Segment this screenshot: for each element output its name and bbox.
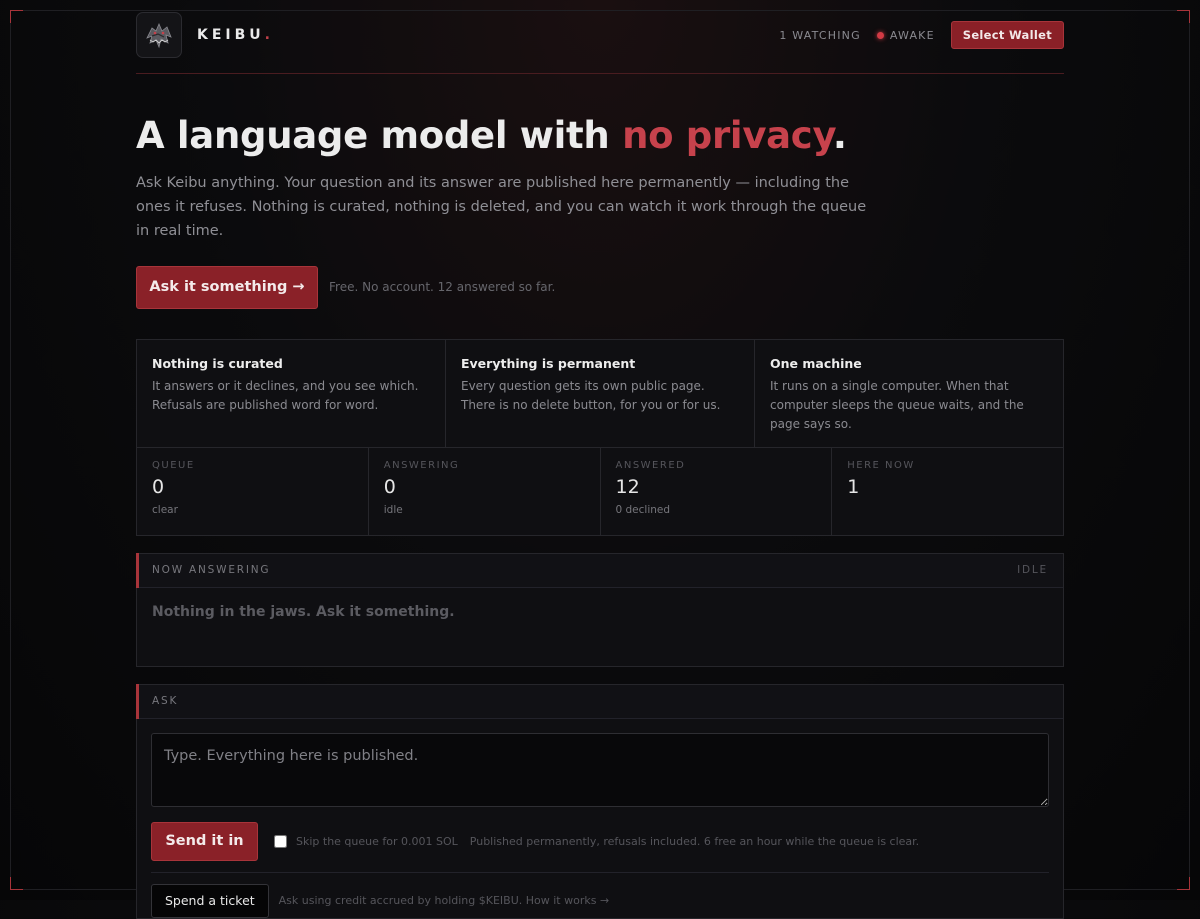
feature-text: It runs on a single computer. When that … bbox=[770, 378, 1024, 431]
title-end: . bbox=[832, 114, 847, 157]
status-dot-icon bbox=[876, 31, 884, 39]
status-indicator: AWAKE bbox=[876, 28, 935, 42]
title-accent: no privacy bbox=[622, 114, 833, 157]
logo[interactable] bbox=[136, 12, 182, 58]
corner-mark-bottom-right bbox=[1177, 877, 1190, 890]
hero-description: Ask Keibu anything. Your question and it… bbox=[136, 174, 867, 239]
stat-sub: idle bbox=[383, 503, 403, 516]
skip-queue-checkbox[interactable] bbox=[274, 834, 287, 848]
panel-title: NOW ANSWERING bbox=[152, 564, 271, 577]
send-it-in-button[interactable]: Send it in bbox=[151, 821, 258, 861]
page-container: KEIBU. 1 WATCHING AWAKE Select Wallet A … bbox=[136, 0, 1064, 919]
feature-title: Nothing is curated bbox=[152, 355, 283, 371]
question-input[interactable] bbox=[151, 732, 1049, 807]
dragon-head-icon bbox=[146, 22, 172, 49]
stat-label: ANSWERING bbox=[383, 459, 460, 471]
stats-row: QUEUE 0 clear ANSWERING 0 idle ANSWERED … bbox=[136, 447, 1064, 536]
page-title: A language model with no privacy. bbox=[136, 114, 1064, 157]
corner-mark-bottom-left bbox=[10, 877, 23, 890]
cta-row: Ask it something → Free. No account. 12 … bbox=[136, 265, 1064, 309]
stat-sub: 0 declined bbox=[615, 503, 671, 516]
skip-queue-label: Skip the queue for 0.001 SOL bbox=[296, 834, 458, 848]
feature-text: It answers or it declines, and you see w… bbox=[152, 378, 419, 412]
stat-queue: QUEUE 0 clear bbox=[137, 447, 369, 535]
now-answering-panel: NOW ANSWERING IDLE Nothing in the jaws. … bbox=[136, 552, 1064, 667]
corner-mark-top-right bbox=[1177, 10, 1190, 23]
ticket-row: Spend a ticket Ask using credit accrued … bbox=[151, 883, 1049, 918]
status-text: AWAKE bbox=[889, 28, 935, 42]
answering-state-badge: IDLE bbox=[1017, 564, 1048, 577]
send-row: Send it in Skip the queue for 0.001 SOL … bbox=[151, 821, 1049, 873]
stat-answered: ANSWERED 12 0 declined bbox=[601, 447, 833, 535]
panel-header: NOW ANSWERING IDLE bbox=[137, 553, 1063, 588]
corner-mark-top-left bbox=[10, 10, 23, 23]
how-it-works-link[interactable]: How it works → bbox=[526, 894, 609, 907]
panel-title: ASK bbox=[152, 695, 179, 708]
cta-note: Free. No account. 12 answered so far. bbox=[329, 280, 556, 295]
stat-value: 12 bbox=[615, 475, 640, 498]
feature-title: Everything is permanent bbox=[461, 355, 636, 371]
stat-value: 0 bbox=[383, 475, 396, 498]
ask-it-something-button[interactable]: Ask it something → bbox=[136, 265, 318, 309]
ask-body: Send it in Skip the queue for 0.001 SOL … bbox=[137, 719, 1063, 918]
stat-answering: ANSWERING 0 idle bbox=[369, 447, 601, 535]
stat-label: HERE NOW bbox=[847, 459, 915, 471]
spend-ticket-button[interactable]: Spend a ticket bbox=[151, 883, 269, 918]
stat-value: 1 bbox=[847, 475, 860, 498]
brand-text: KEIBU bbox=[197, 27, 265, 43]
stat-value: 0 bbox=[152, 475, 165, 498]
panel-header: ASK bbox=[137, 684, 1063, 719]
brand-name[interactable]: KEIBU. bbox=[197, 27, 274, 43]
select-wallet-button[interactable]: Select Wallet bbox=[950, 21, 1064, 49]
stat-label: QUEUE bbox=[152, 459, 195, 471]
site-header: KEIBU. 1 WATCHING AWAKE Select Wallet bbox=[136, 0, 1064, 74]
feature-card: One machine It runs on a single computer… bbox=[755, 340, 1063, 447]
publish-info: Published permanently, refusals included… bbox=[469, 834, 920, 848]
features-grid: Nothing is curated It answers or it decl… bbox=[136, 338, 1064, 448]
header-right: 1 WATCHING AWAKE Select Wallet bbox=[779, 21, 1064, 49]
brand-dot: . bbox=[264, 27, 274, 43]
stat-here-now: HERE NOW 1 bbox=[832, 448, 1063, 535]
ticket-note: Ask using credit accrued by holding $KEI… bbox=[279, 894, 610, 907]
title-start: A language model with bbox=[136, 114, 623, 157]
feature-text: Every question gets its own public page.… bbox=[461, 378, 721, 412]
watching-count: 1 WATCHING bbox=[779, 28, 861, 42]
feature-card: Nothing is curated It answers or it decl… bbox=[137, 339, 446, 447]
stat-label: ANSWERED bbox=[615, 459, 686, 471]
now-answering-empty: Nothing in the jaws. Ask it something. bbox=[152, 603, 455, 620]
ticket-note-text: Ask using credit accrued by holding $KEI… bbox=[278, 894, 523, 908]
feature-card: Everything is permanent Every question g… bbox=[446, 339, 755, 447]
feature-title: One machine bbox=[770, 355, 862, 371]
skip-queue-option[interactable]: Skip the queue for 0.001 SOL bbox=[274, 834, 458, 848]
ask-panel: ASK Send it in Skip the queue for 0.001 … bbox=[136, 683, 1064, 919]
stat-sub: clear bbox=[152, 503, 178, 516]
